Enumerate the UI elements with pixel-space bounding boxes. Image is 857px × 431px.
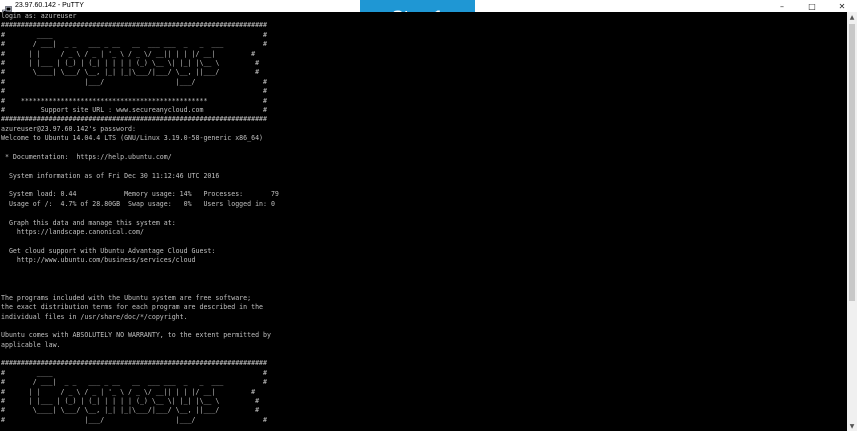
terminal-line: Get cloud support with Ubuntu Advantage … — [1, 246, 216, 255]
terminal-output[interactable]: login as: azureuser #####################… — [0, 12, 847, 431]
terminal-line: # Support site URL : www.secureanycloud.… — [1, 105, 267, 114]
terminal-line: # \____| \___/ \__, |_| |_|\___/|___/ \_… — [1, 68, 260, 77]
scroll-down-arrow-icon[interactable]: ▼ — [847, 421, 857, 431]
terminal-line: # ____ # — [1, 368, 267, 377]
terminal-line: * Documentation: https://help.ubuntu.com… — [1, 152, 172, 161]
terminal-line: # / ___| _ _ ___ _ __ __ ___ ___ _ _ ___… — [1, 378, 267, 387]
scroll-up-arrow-icon[interactable]: ▲ — [847, 12, 857, 22]
terminal-line: https://landscape.canonical.com/ — [1, 227, 144, 236]
putty-icon[interactable] — [2, 1, 12, 16]
terminal-line: System information as of Fri Dec 30 11:1… — [1, 171, 220, 180]
terminal-line: the exact distribution terms for each pr… — [1, 303, 264, 312]
terminal-line: # | |___ | (_) | (_| | | | | (_) \__ \| … — [1, 397, 260, 406]
terminal-line: Usage of /: 4.7% of 28.80GB Swap usage: … — [1, 199, 275, 208]
vertical-scrollbar[interactable]: ▲ ▼ — [847, 12, 857, 431]
terminal-line: login as: azureuser — [1, 12, 77, 20]
terminal-line: Graph this data and manage this system a… — [1, 218, 176, 227]
minimize-button[interactable]: – — [767, 0, 797, 12]
terminal-line: # |___/ |___/ # — [1, 77, 267, 86]
terminal-line: ########################################… — [1, 359, 267, 368]
window-controls: – □ ✕ — [767, 0, 857, 12]
terminal-line: # \____| \___/ \__, |_| |_|\___/|___/ \_… — [1, 406, 260, 415]
terminal-line: # | |___ | (_) | (_| | | | | (_) \__ \| … — [1, 58, 260, 67]
terminal-line: # |___/ |___/ # — [1, 415, 267, 424]
terminal-line: # / ___| _ _ ___ _ __ __ ___ ___ _ _ ___… — [1, 40, 267, 49]
terminal-line: Welcome to Ubuntu 14.04.4 LTS (GNU/Linux… — [1, 134, 264, 143]
terminal-line: Ubuntu comes with ABSOLUTELY NO WARRANTY… — [1, 331, 271, 340]
terminal-line: # # — [1, 87, 267, 96]
window-title: 23.97.60.142 - PuTTY — [15, 2, 84, 9]
close-button[interactable]: ✕ — [827, 0, 857, 12]
terminal-line: ########################################… — [1, 21, 267, 30]
terminal-line: applicable law. — [1, 340, 61, 349]
scrollbar-thumb[interactable] — [849, 24, 855, 301]
terminal-line: The programs included with the Ubuntu sy… — [1, 293, 252, 302]
terminal-line: # **************************************… — [1, 96, 267, 105]
terminal-line: azureuser@23.97.60.142's password: — [1, 124, 136, 133]
terminal-line: # | | / _ \ / _ | '_ \ / _ \/ __|| | | |… — [1, 49, 256, 58]
terminal-line: System load: 0.44 Memory usage: 14% Proc… — [1, 190, 279, 199]
terminal-line: individual files in /usr/share/doc/*/cop… — [1, 312, 188, 321]
terminal-line: # ____ # — [1, 30, 267, 39]
terminal-line: ########################################… — [1, 115, 267, 124]
terminal-line: # | | / _ \ / _ | '_ \ / _ \/ __|| | | |… — [1, 387, 256, 396]
terminal-line: http://www.ubuntu.com/business/services/… — [1, 256, 196, 265]
maximize-button[interactable]: □ — [797, 0, 827, 12]
